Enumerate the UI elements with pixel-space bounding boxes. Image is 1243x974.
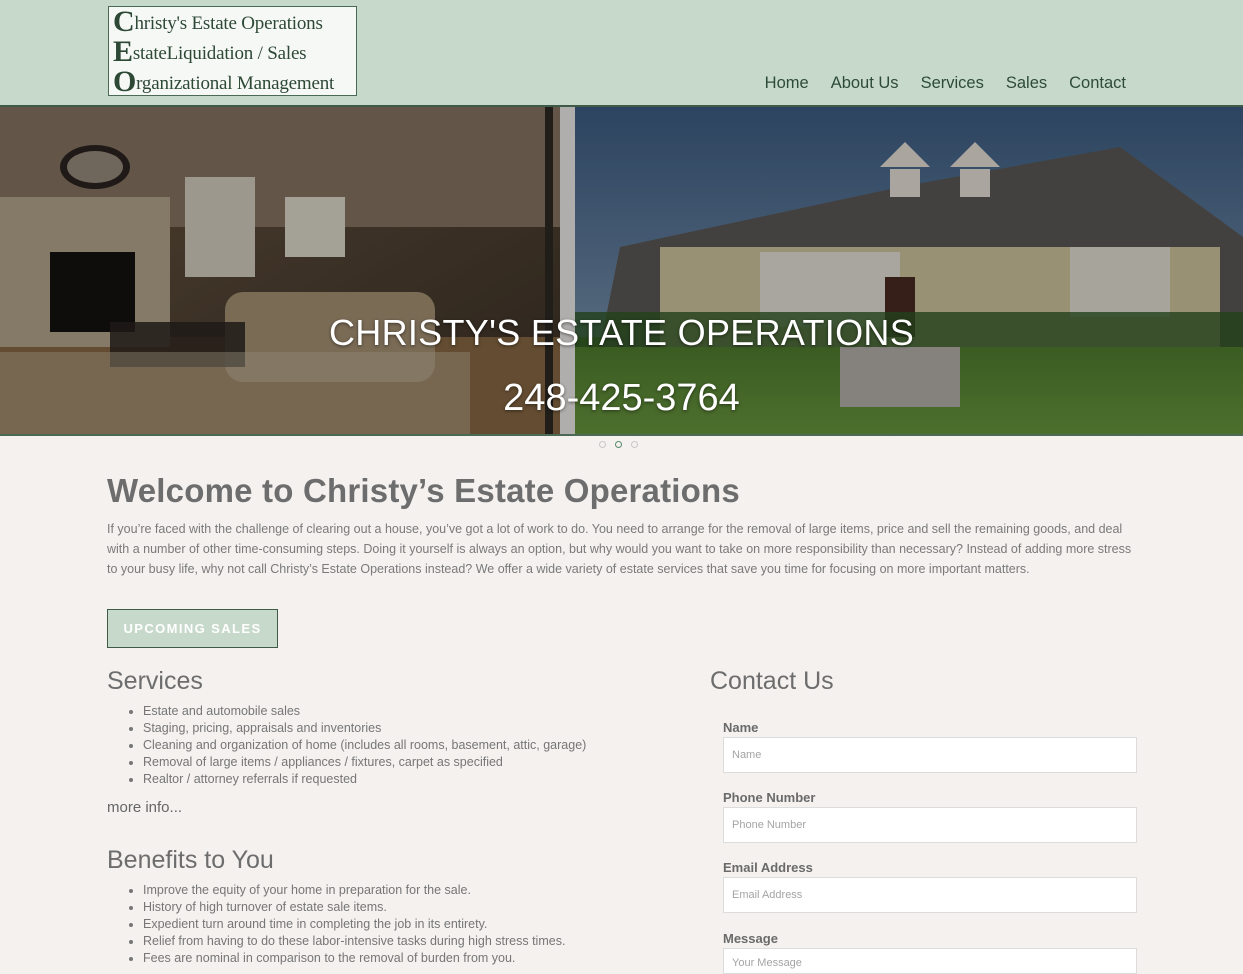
logo-line-3: Organizational Management	[113, 65, 356, 98]
phone-field[interactable]	[723, 807, 1137, 843]
services-list: Estate and automobile sales Staging, pri…	[107, 703, 586, 788]
logo-line-1: Christy's Estate Operations	[113, 5, 356, 38]
logo-initial-o: O	[113, 65, 137, 98]
nav-contact[interactable]: Contact	[1069, 74, 1126, 93]
list-item: Removal of large items / appliances / fi…	[143, 754, 586, 771]
slider-pagination	[599, 441, 638, 448]
phone-label: Phone Number	[723, 790, 816, 805]
slider-dot-2[interactable]	[615, 441, 622, 448]
main-nav: Home About Us Services Sales Contact	[765, 74, 1126, 93]
list-item: Improve the equity of your home in prepa…	[143, 882, 565, 899]
site-header: Christy's Estate Operations EstateLiquid…	[0, 0, 1243, 107]
benefits-list: Improve the equity of your home in prepa…	[107, 882, 565, 967]
message-label: Message	[723, 931, 778, 946]
message-field[interactable]	[723, 948, 1137, 974]
logo-line-1-text: hristy's Estate Operations	[134, 13, 323, 34]
logo-line-2-text: stateLiquidation / Sales	[132, 43, 307, 64]
name-field[interactable]	[723, 737, 1137, 773]
list-item: Relief from having to do these labor-int…	[143, 933, 565, 950]
contact-heading: Contact Us	[710, 667, 834, 695]
logo-line-2: EstateLiquidation / Sales	[113, 35, 356, 68]
slider-dot-1[interactable]	[599, 441, 606, 448]
nav-about-us[interactable]: About Us	[831, 74, 899, 93]
slider-dot-3[interactable]	[631, 441, 638, 448]
list-item: Fees are nominal in comparison to the re…	[143, 950, 565, 967]
hero-slider[interactable]: CHRISTY'S ESTATE OPERATIONS 248-425-3764	[0, 107, 1243, 436]
more-info-link[interactable]: more info...	[107, 799, 182, 816]
logo-line-3-text: rganizational Management	[136, 73, 335, 94]
logo-initial-e: E	[113, 35, 133, 68]
list-item: Estate and automobile sales	[143, 703, 586, 720]
list-item: Staging, pricing, appraisals and invento…	[143, 720, 586, 737]
email-label: Email Address	[723, 860, 813, 875]
list-item: History of high turnover of estate sale …	[143, 899, 565, 916]
name-label: Name	[723, 720, 759, 735]
services-heading: Services	[107, 667, 203, 695]
email-field[interactable]	[723, 877, 1137, 913]
list-item: Realtor / attorney referrals if requeste…	[143, 771, 586, 788]
benefits-heading: Benefits to You	[107, 846, 274, 874]
welcome-intro: If you’re faced with the challenge of cl…	[107, 522, 1132, 576]
logo-initial-c: C	[113, 5, 135, 38]
welcome-heading: Welcome to Christy’s Estate Operations	[107, 472, 740, 509]
list-item: Cleaning and organization of home (inclu…	[143, 737, 586, 754]
site-logo[interactable]: Christy's Estate Operations EstateLiquid…	[108, 5, 357, 98]
nav-home[interactable]: Home	[765, 74, 809, 93]
nav-services[interactable]: Services	[921, 74, 984, 93]
upcoming-sales-button[interactable]: UPCOMING SALES	[107, 609, 278, 648]
list-item: Expedient turn around time in completing…	[143, 916, 565, 933]
nav-sales[interactable]: Sales	[1006, 74, 1047, 93]
hero-phone-number[interactable]: 248-425-3764	[0, 377, 1243, 420]
hero-title: CHRISTY'S ESTATE OPERATIONS	[328, 312, 915, 353]
